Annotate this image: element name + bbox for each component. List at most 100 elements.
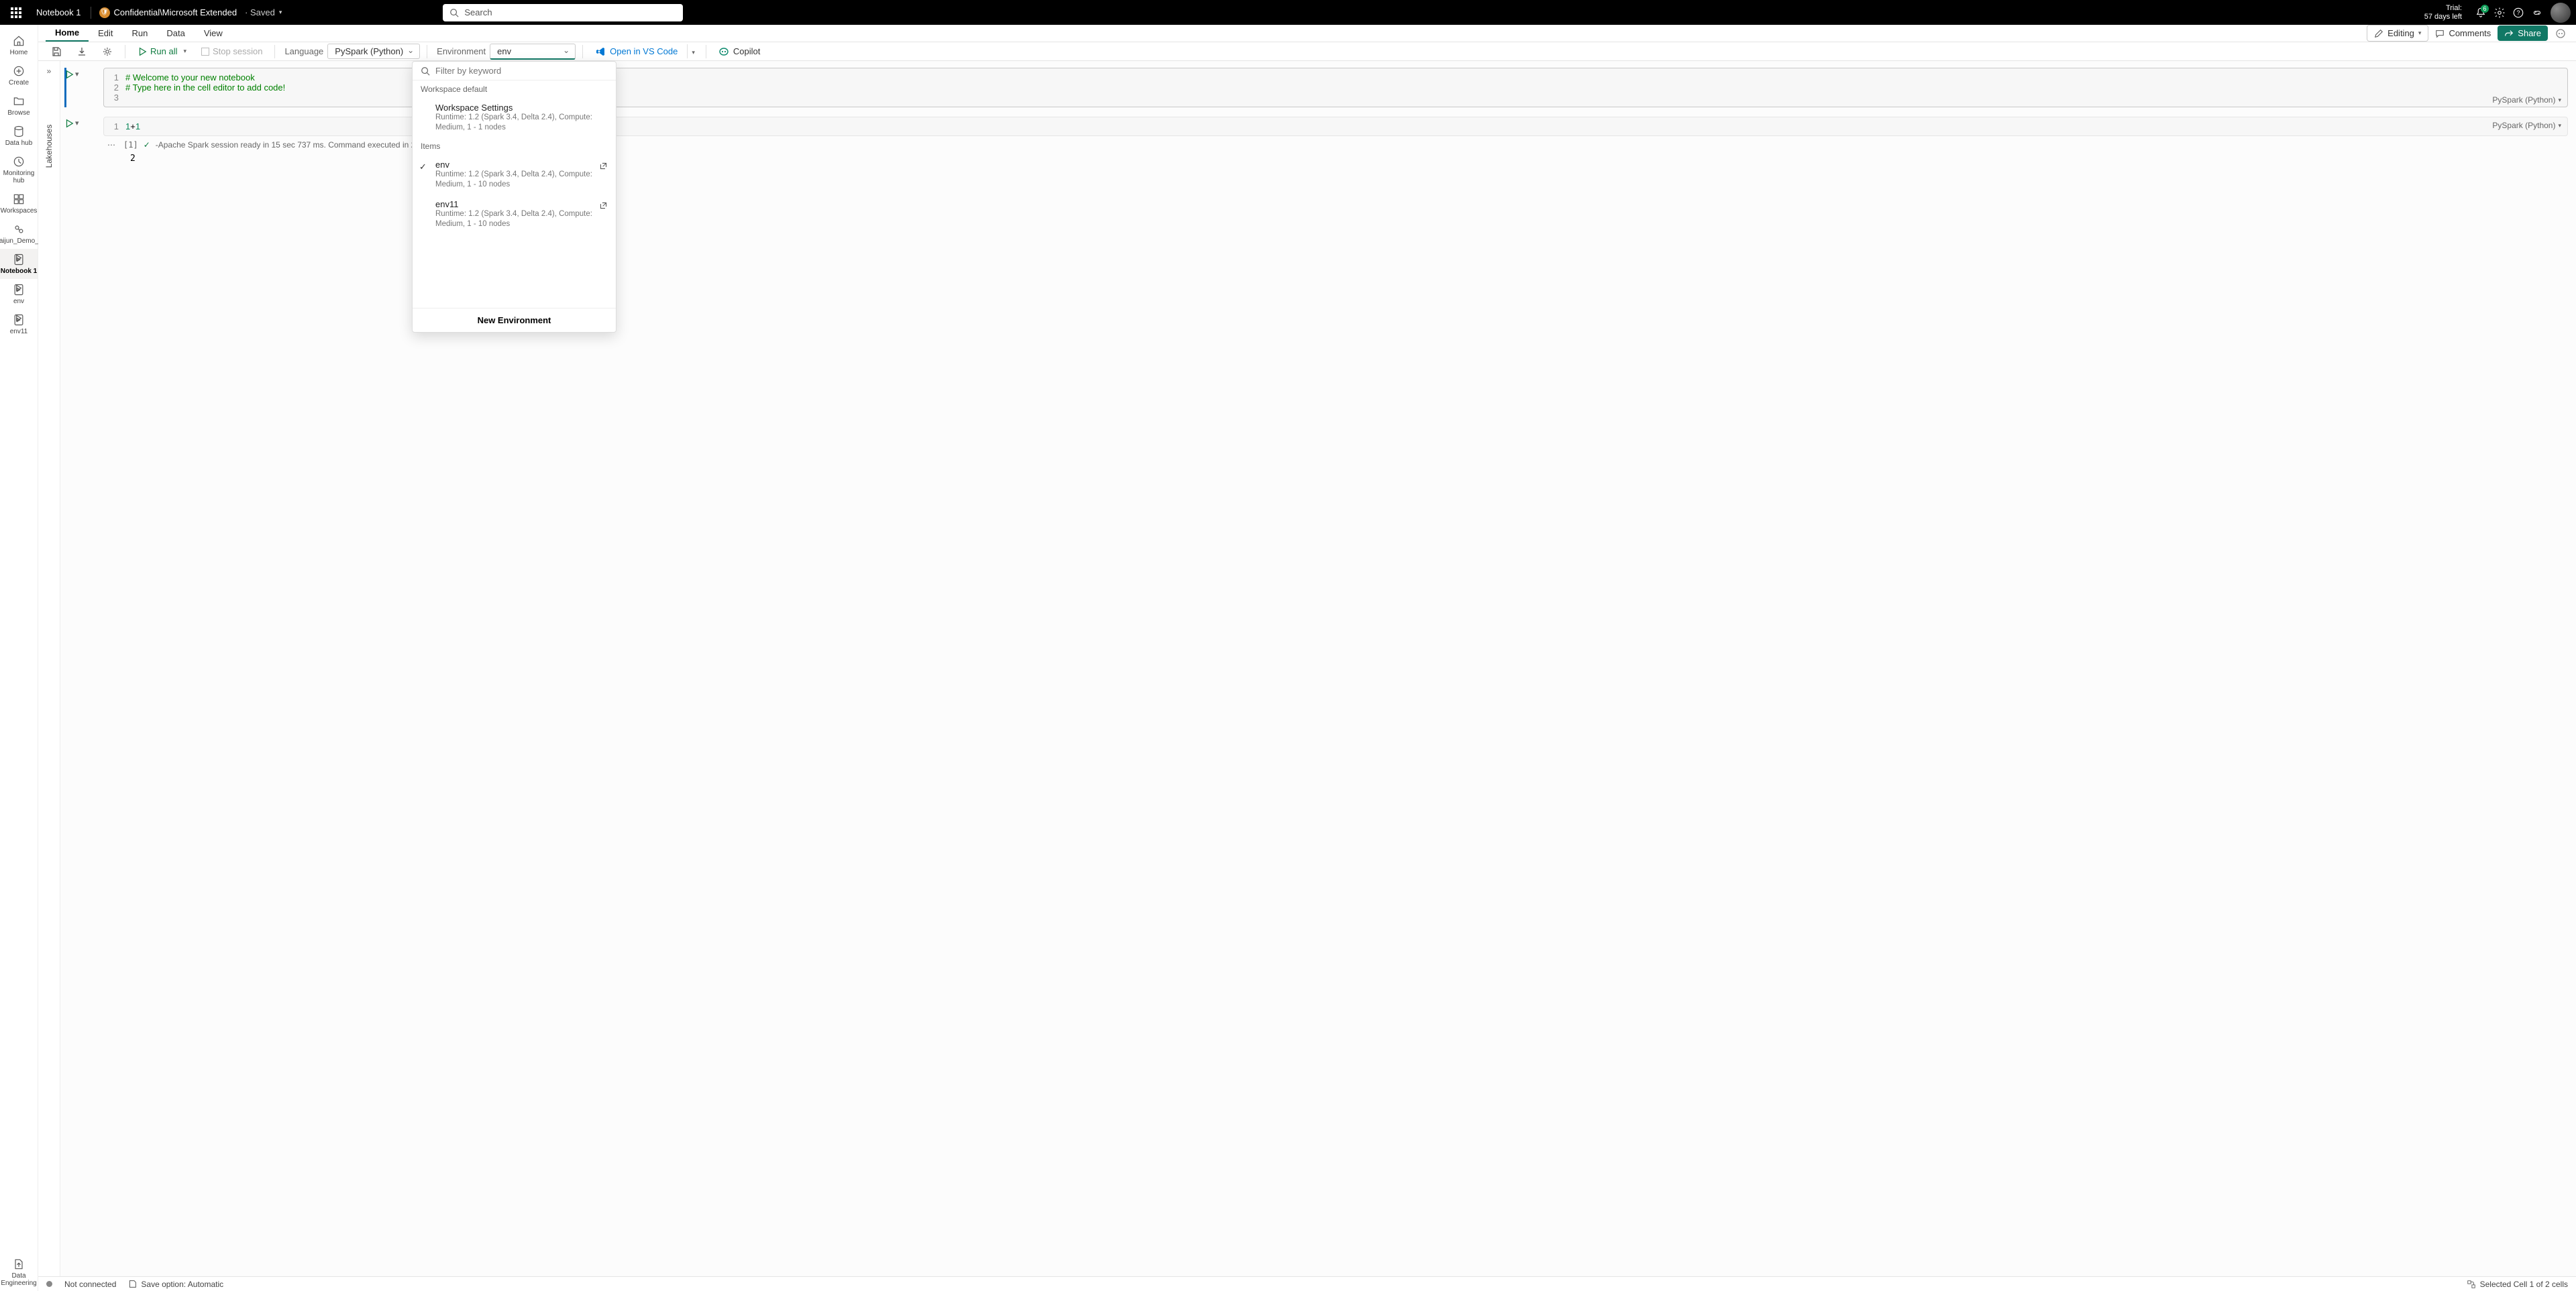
- open-vscode-dropdown[interactable]: ▾: [687, 44, 699, 58]
- copilot-button[interactable]: Copilot: [713, 44, 765, 59]
- run-all-button[interactable]: Run all ▾: [132, 44, 192, 58]
- lakehouses-panel-collapsed: » Lakehouses: [38, 61, 60, 1276]
- notebook-title[interactable]: Notebook 1: [30, 7, 88, 17]
- app-launcher-icon[interactable]: [9, 6, 23, 19]
- nav-data-engineering[interactable]: Data Engineering: [0, 1253, 38, 1291]
- download-icon: [76, 46, 87, 57]
- tab-run[interactable]: Run: [123, 25, 158, 42]
- nav-workspaces[interactable]: Workspaces: [0, 188, 38, 219]
- chevron-down-icon: ▾: [279, 9, 282, 16]
- env-item-env[interactable]: ✓ env Runtime: 1.2 (Spark 3.4, Delta 2.4…: [413, 155, 616, 194]
- cell-run-dropdown[interactable]: ▾: [75, 119, 79, 128]
- copilot-icon: [2555, 28, 2566, 39]
- nav-demo-env[interactable]: Shuaijun_Demo_Env: [0, 219, 38, 249]
- run-cell-button[interactable]: [64, 119, 74, 128]
- gear-icon: [2493, 7, 2506, 19]
- trial-status[interactable]: Trial: 57 days left: [2424, 4, 2462, 21]
- nav-create[interactable]: Create: [0, 60, 38, 91]
- copilot-icon: [718, 46, 729, 57]
- search-icon: [449, 8, 459, 17]
- comment-icon: [2435, 29, 2445, 38]
- search-placeholder: Search: [464, 7, 492, 17]
- open-external-icon[interactable]: [599, 162, 608, 170]
- top-bar: Notebook 1 🛡 Confidential\Microsoft Exte…: [0, 0, 2576, 25]
- new-environment-button[interactable]: New Environment: [413, 308, 616, 332]
- tab-edit[interactable]: Edit: [89, 25, 122, 42]
- environment-label: Environment: [437, 46, 486, 56]
- user-avatar[interactable]: [2551, 3, 2571, 23]
- save-icon: [51, 46, 62, 57]
- sensitivity-label[interactable]: 🛡 Confidential\Microsoft Extended: [94, 7, 243, 18]
- env-section-items: Items: [413, 137, 616, 155]
- chevron-down-icon: ▾: [2558, 122, 2561, 129]
- tab-data[interactable]: Data: [157, 25, 194, 42]
- nav-monitoring[interactable]: Monitoring hub: [0, 151, 38, 188]
- expand-panel-button[interactable]: »: [47, 66, 52, 76]
- cell-settings-button[interactable]: [97, 44, 118, 59]
- pencil-icon: [2374, 29, 2383, 38]
- link-icon: [2531, 7, 2543, 19]
- feedback-button[interactable]: [2528, 3, 2546, 22]
- settings-button[interactable]: [2490, 3, 2509, 22]
- cell-language-selector[interactable]: PySpark (Python) ▾: [2492, 121, 2561, 130]
- editing-mode-button[interactable]: Editing ▾: [2367, 25, 2428, 42]
- env-section-workspace-default: Workspace default: [413, 80, 616, 98]
- help-icon: ?: [2512, 7, 2524, 19]
- svg-text:?: ?: [2516, 9, 2520, 16]
- success-check-icon: ✓: [144, 140, 150, 150]
- language-dropdown[interactable]: PySpark (Python): [327, 44, 420, 59]
- save-icon: [128, 1280, 137, 1288]
- stop-icon: [201, 48, 209, 56]
- search-icon: [421, 66, 430, 76]
- cell-run-dropdown[interactable]: ▾: [75, 70, 79, 79]
- environment-dropdown[interactable]: env: [490, 44, 576, 60]
- cell-language-selector[interactable]: PySpark (Python) ▾: [2492, 95, 2561, 105]
- output-index: [1]: [123, 140, 138, 150]
- gear-icon: [102, 46, 113, 57]
- chevron-down-icon: ▾: [2418, 30, 2422, 37]
- cell-selection-status[interactable]: Selected Cell 1 of 2 cells: [2467, 1280, 2568, 1289]
- open-external-icon[interactable]: [599, 201, 608, 210]
- open-vscode-button[interactable]: Open in VS Code: [590, 44, 683, 59]
- share-icon: [2504, 29, 2514, 38]
- copilot-pane-button[interactable]: [2552, 25, 2569, 42]
- run-cell-button[interactable]: [64, 70, 74, 79]
- environment-dropdown-popup: Workspace default Workspace Settings Run…: [412, 61, 616, 333]
- nav-env11[interactable]: env11: [0, 309, 38, 339]
- saved-state[interactable]: · Saved ▾: [242, 7, 282, 17]
- status-bar: Not connected Save option: Automatic Sel…: [38, 1276, 2576, 1291]
- share-button[interactable]: Share: [2498, 25, 2548, 41]
- notification-badge: 6: [2481, 5, 2489, 13]
- global-search[interactable]: Search: [443, 4, 683, 21]
- nav-home[interactable]: Home: [0, 30, 38, 60]
- notifications-button[interactable]: 6: [2471, 3, 2490, 22]
- chevron-down-icon: ▾: [692, 49, 695, 56]
- env-item-workspace-settings[interactable]: Workspace Settings Runtime: 1.2 (Spark 3…: [413, 98, 616, 137]
- save-button[interactable]: [46, 44, 67, 59]
- lakehouses-label[interactable]: Lakehouses: [44, 125, 54, 168]
- language-label: Language: [284, 46, 323, 56]
- download-button[interactable]: [71, 44, 93, 59]
- output-more-button[interactable]: ⋯: [107, 140, 115, 150]
- check-icon: ✓: [419, 162, 427, 172]
- selection-icon: [2467, 1280, 2476, 1289]
- connection-status-text: Not connected: [64, 1280, 116, 1289]
- sensitivity-text: Confidential\Microsoft Extended: [114, 7, 237, 17]
- ribbon-tabs: Home Edit Run Data View Editing ▾ Commen…: [0, 25, 2576, 42]
- nav-env[interactable]: env: [0, 279, 38, 309]
- tab-home[interactable]: Home: [46, 25, 89, 42]
- vscode-icon: [595, 46, 606, 57]
- save-option-status[interactable]: Save option: Automatic: [128, 1280, 223, 1289]
- chevron-down-icon: ▾: [183, 48, 186, 55]
- comments-button[interactable]: Comments: [2428, 25, 2498, 41]
- nav-browse[interactable]: Browse: [0, 91, 38, 121]
- stop-session-button[interactable]: Stop session: [196, 44, 268, 58]
- tab-view[interactable]: View: [195, 25, 232, 42]
- nav-data-hub[interactable]: Data hub: [0, 121, 38, 151]
- connection-status-dot: [46, 1281, 52, 1287]
- help-button[interactable]: ?: [2509, 3, 2528, 22]
- toolbar: Run all ▾ Stop session Language PySpark …: [0, 42, 2576, 61]
- env-filter-input[interactable]: [435, 66, 608, 76]
- env-item-env11[interactable]: env11 Runtime: 1.2 (Spark 3.4, Delta 2.4…: [413, 194, 616, 234]
- nav-notebook1[interactable]: Notebook 1: [0, 249, 38, 279]
